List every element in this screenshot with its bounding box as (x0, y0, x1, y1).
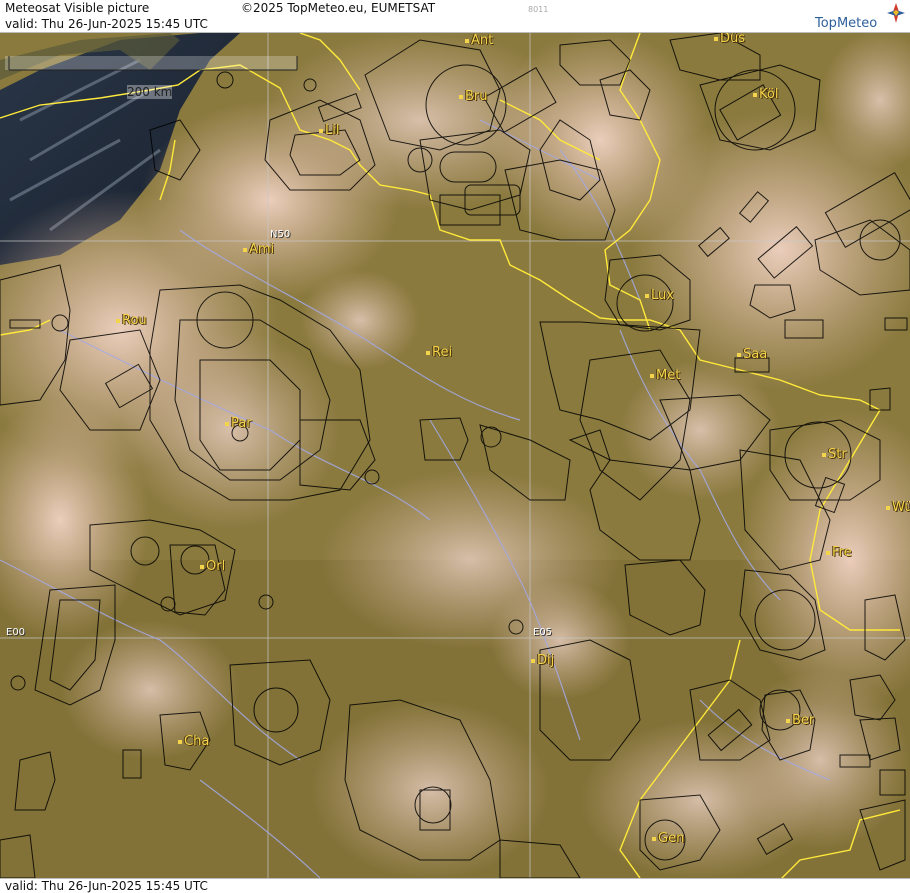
city-name: Gen (658, 831, 685, 846)
city-label: Wü (886, 500, 910, 515)
city-name: Ant (471, 33, 494, 48)
city-label: Str (822, 447, 847, 462)
city-label: Orl (200, 559, 225, 574)
city-label: Düs (714, 33, 745, 46)
topmeteo-logo: TopMeteo (815, 16, 878, 31)
city-label: Fre (826, 545, 852, 560)
lon-label-e00: E00 (6, 627, 26, 638)
scale-label: 200 km (127, 85, 173, 99)
copyright-text: ©2025 TopMeteo.eu, EUMETSAT (241, 1, 436, 15)
lon-label-e05: E05 (533, 627, 553, 638)
image-code: 8011 (528, 5, 549, 14)
city-label: Rei (426, 345, 452, 360)
satellite-image: 200 km N50 E00 E05 Ant Düs Bru Köl Lil A… (0, 33, 910, 878)
cloud-mass (730, 670, 910, 850)
city-name: Düs (720, 33, 746, 46)
city-name: Köl (759, 87, 779, 102)
cloud-mass (60, 620, 240, 760)
city-name: Ami (249, 242, 275, 257)
city-name: Par (231, 416, 252, 431)
city-label: Dij (531, 653, 554, 668)
valid-time: valid: Thu 26-Jun-2025 15:45 UTC (5, 17, 208, 31)
header-bar: Meteosat Visible picture valid: Thu 26-J… (0, 0, 910, 33)
city-label: Köl (753, 87, 778, 102)
city-label: Gen (652, 831, 684, 846)
city-label: Ant (465, 33, 493, 48)
city-name: Met (656, 368, 681, 383)
city-label: Rou (116, 313, 147, 328)
scale-bar (5, 56, 298, 71)
footer-bar: valid: Thu 26-Jun-2025 15:45 UTC (0, 878, 910, 893)
city-name: Wü (892, 500, 910, 515)
city-label: Ber (786, 713, 814, 728)
cloud-mass (310, 700, 550, 878)
city-label: Cha (178, 734, 209, 749)
city-name: Bru (465, 89, 488, 104)
city-label: Saa (737, 347, 767, 362)
city-name: Ber (792, 713, 815, 728)
city-name: Dij (537, 653, 555, 668)
city-name: Fre (832, 545, 852, 560)
compass-icon (887, 3, 905, 23)
city-label: Lux (645, 288, 674, 303)
city-name: Cha (184, 734, 210, 749)
city-label: Lil (319, 123, 339, 138)
satellite-layer (0, 33, 910, 878)
city-label: Ami (243, 242, 274, 257)
map-viewer: 200 km N50 E00 E05 Ant Düs Bru Köl Lil A… (0, 0, 910, 893)
city-label: Par (225, 416, 252, 431)
lat-label-n50: N50 (270, 229, 291, 240)
city-name: Lux (651, 288, 674, 303)
city-label: Met (650, 368, 680, 383)
city-name: Saa (743, 347, 768, 362)
city-name: Orl (206, 559, 226, 574)
image-title: Meteosat Visible picture (5, 1, 150, 15)
city-name: Lil (325, 123, 340, 138)
cloud-mass (620, 360, 780, 500)
city-label: Bru (459, 89, 488, 104)
city-name: Str (828, 447, 847, 462)
footer-valid-time: valid: Thu 26-Jun-2025 15:45 UTC (5, 879, 208, 893)
cloud-mass (300, 270, 420, 370)
city-name: Rei (432, 345, 453, 360)
city-name: Rou (122, 313, 147, 328)
